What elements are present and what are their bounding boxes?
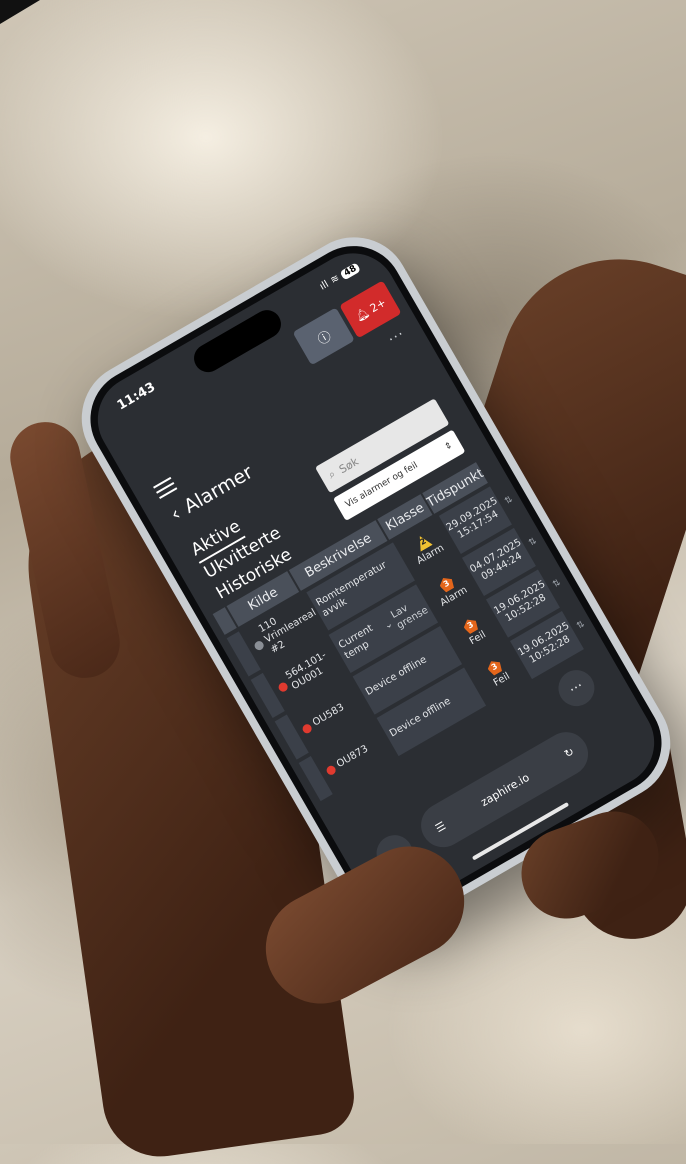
signal-icon: ıll: [318, 278, 331, 293]
status-time: 11:43: [114, 379, 159, 414]
browser-menu-button[interactable]: ···: [551, 663, 602, 713]
klasse-text: Alarm: [415, 542, 447, 567]
info-icon: ⓘ: [315, 328, 335, 348]
hamburger-menu-icon[interactable]: [151, 473, 179, 502]
dynamic-island: [188, 304, 287, 378]
url-text: zaphire.io: [478, 770, 532, 809]
reload-icon[interactable]: ↻: [562, 745, 576, 761]
bell-icon: 🔔︎: [352, 305, 372, 324]
select-arrows-icon: ⇕: [443, 440, 455, 453]
status-icons: ıll ≋ 48: [318, 261, 361, 293]
status-dot: [300, 722, 313, 735]
search-placeholder: Søk: [336, 454, 361, 476]
tabs-icon: ☰: [432, 818, 448, 835]
battery-icon: 48: [339, 261, 361, 280]
search-icon: ⌕: [325, 467, 338, 482]
limit-indicator: ⌄ Lav grense: [379, 593, 433, 638]
status-dot: [324, 763, 337, 777]
kilde-text: OU873: [334, 743, 371, 771]
status-dot: [252, 639, 265, 652]
kilde-text: OU583: [310, 701, 347, 729]
alarm-count: 2+: [367, 295, 389, 315]
dark-corner: [0, 0, 40, 24]
wifi-icon: ≋: [328, 272, 342, 287]
more-options-button[interactable]: ···: [386, 326, 408, 348]
back-chevron-icon[interactable]: ‹: [167, 503, 185, 526]
status-dot: [276, 680, 289, 694]
